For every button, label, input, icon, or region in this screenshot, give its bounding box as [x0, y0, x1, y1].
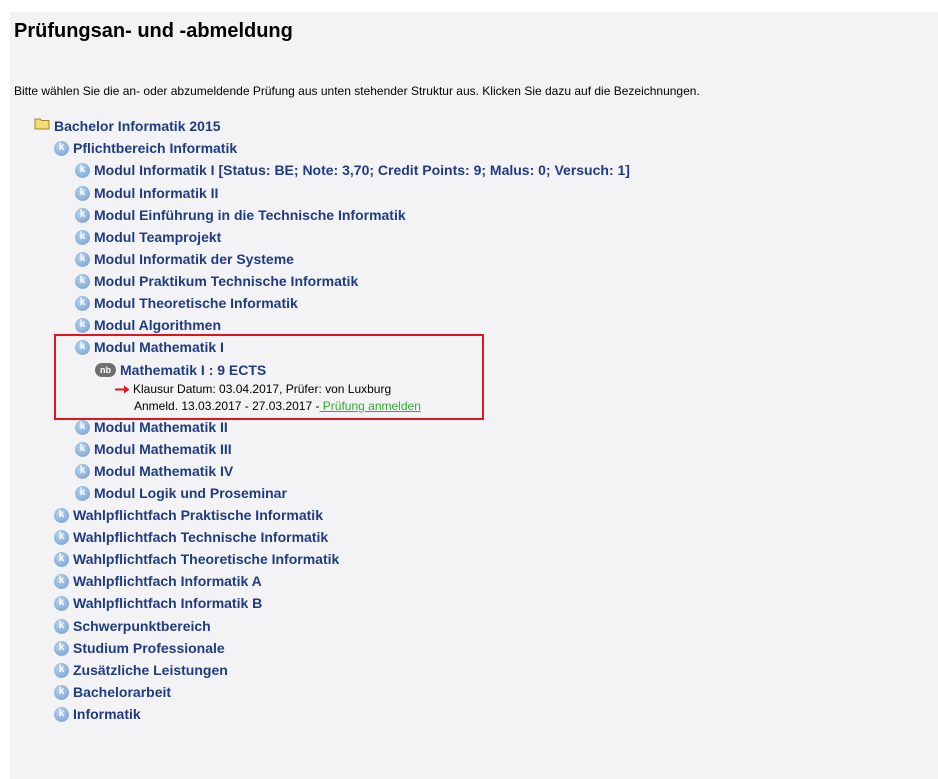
nb-icon: nb	[95, 363, 116, 377]
category-icon: k	[54, 618, 69, 634]
tree-node-link[interactable]: Pflichtbereich Informatik	[73, 140, 237, 156]
module-link[interactable]: Modul Mathematik III	[94, 441, 232, 457]
category-icon: k	[75, 317, 90, 333]
category-icon: k	[54, 706, 69, 722]
module-link[interactable]: Modul Theoretische Informatik	[94, 295, 298, 311]
folder-icon	[34, 117, 50, 135]
tree-node-pflicht: k Pflichtbereich Informatik	[54, 138, 237, 158]
module-link[interactable]: Modul Informatik II	[94, 185, 218, 201]
tree-node-link[interactable]: Zusätzliche Leistungen	[73, 662, 228, 678]
tree-module: k Modul Teamprojekt	[75, 227, 221, 247]
category-icon: k	[54, 662, 69, 678]
category-icon: k	[54, 595, 69, 611]
category-icon: k	[75, 185, 90, 201]
tree-module: k Modul Algorithmen	[75, 315, 221, 335]
category-icon: k	[75, 485, 90, 501]
tree-module: k Modul Mathematik II	[75, 417, 228, 437]
tree-module: k Modul Informatik I [Status: BE; Note: …	[75, 160, 630, 180]
registration-row: Anmeld. 13.03.2017 - 27.03.2017 - Prüfun…	[134, 397, 421, 415]
module-link[interactable]: Modul Teamprojekt	[94, 229, 221, 245]
tree-node: k Zusätzliche Leistungen	[54, 660, 228, 680]
tree-module: k Modul Informatik II	[75, 183, 218, 203]
register-exam-link[interactable]: Prüfung anmelden	[319, 399, 421, 413]
page-title: Prüfungsan- und -abmeldung	[14, 20, 293, 42]
exam-info-text: Klausur Datum: 03.04.2017, Prüfer: von L…	[133, 382, 392, 396]
category-icon: k	[54, 684, 69, 700]
module-link[interactable]: Modul Informatik der Systeme	[94, 251, 294, 267]
tree-module: k Modul Logik und Proseminar	[75, 483, 287, 503]
tree-node-link[interactable]: Wahlpflichtfach Technische Informatik	[73, 529, 328, 545]
category-icon: k	[54, 140, 69, 156]
module-link[interactable]: Modul Praktikum Technische Informatik	[94, 273, 358, 289]
tree-module: k Modul Mathematik III	[75, 439, 232, 459]
tree-module: k Modul Mathematik IV	[75, 461, 233, 481]
tree-root-link[interactable]: Bachelor Informatik 2015	[54, 118, 221, 134]
category-icon: k	[75, 251, 90, 267]
exam-link[interactable]: Mathematik I : 9 ECTS	[120, 362, 266, 378]
tree-node-link[interactable]: Informatik	[73, 706, 141, 722]
tree-node-link[interactable]: Studium Professionale	[73, 640, 225, 656]
tree-root: Bachelor Informatik 2015	[34, 116, 221, 136]
exam-info-row: Klausur Datum: 03.04.2017, Prüfer: von L…	[115, 380, 391, 398]
module-link[interactable]: Modul Einführung in die Technische Infor…	[94, 207, 406, 223]
arrow-right-icon	[115, 382, 130, 396]
category-icon: k	[75, 419, 90, 435]
category-icon: k	[54, 551, 69, 567]
tree-node-link[interactable]: Wahlpflichtfach Theoretische Informatik	[73, 551, 339, 567]
tree-node: k Schwerpunktbereich	[54, 616, 211, 636]
module-link[interactable]: Modul Algorithmen	[94, 317, 221, 333]
module-link[interactable]: Modul Mathematik II	[94, 419, 228, 435]
tree-module: k Modul Theoretische Informatik	[75, 293, 298, 313]
tree-node: k Wahlpflichtfach Informatik B	[54, 593, 262, 613]
category-icon: k	[75, 463, 90, 479]
module-link[interactable]: Modul Mathematik IV	[94, 463, 233, 479]
tree-node: k Wahlpflichtfach Informatik A	[54, 571, 262, 591]
tree-node-link[interactable]: Bachelorarbeit	[73, 684, 171, 700]
instructions-text: Bitte wählen Sie die an- oder abzumelden…	[14, 84, 700, 98]
tree-node-link[interactable]: Wahlpflichtfach Praktische Informatik	[73, 507, 323, 523]
category-icon: k	[54, 640, 69, 656]
category-icon: k	[75, 441, 90, 457]
category-icon: k	[54, 529, 69, 545]
tree-node: k Studium Professionale	[54, 638, 225, 658]
category-icon: k	[75, 162, 90, 178]
module-link[interactable]: Modul Informatik I [Status: BE; Note: 3,…	[94, 162, 630, 178]
exam-entry: nb Mathematik I : 9 ECTS	[95, 360, 266, 380]
category-icon: k	[75, 229, 90, 245]
tree-node: k Wahlpflichtfach Technische Informatik	[54, 527, 328, 547]
tree-module: k Modul Praktikum Technische Informatik	[75, 271, 358, 291]
tree-node: k Wahlpflichtfach Praktische Informatik	[54, 505, 323, 525]
category-icon: k	[75, 295, 90, 311]
tree-node-link[interactable]: Schwerpunktbereich	[73, 618, 211, 634]
tree-module-highlighted: k Modul Mathematik I	[75, 337, 224, 357]
tree-node: k Wahlpflichtfach Theoretische Informati…	[54, 549, 339, 569]
tree-node: k Bachelorarbeit	[54, 682, 171, 702]
tree-node: k Informatik	[54, 704, 141, 724]
tree-node-link[interactable]: Wahlpflichtfach Informatik A	[73, 573, 262, 589]
tree-node-link[interactable]: Wahlpflichtfach Informatik B	[73, 595, 262, 611]
tree-module: k Modul Einführung in die Technische Inf…	[75, 205, 406, 225]
module-link[interactable]: Modul Mathematik I	[94, 339, 224, 355]
category-icon: k	[54, 573, 69, 589]
category-icon: k	[75, 273, 90, 289]
category-icon: k	[54, 507, 69, 523]
module-link[interactable]: Modul Logik und Proseminar	[94, 485, 287, 501]
tree-module: k Modul Informatik der Systeme	[75, 249, 294, 269]
category-icon: k	[75, 207, 90, 223]
category-icon: k	[75, 339, 90, 355]
registration-period: Anmeld. 13.03.2017 - 27.03.2017 -	[134, 399, 320, 413]
